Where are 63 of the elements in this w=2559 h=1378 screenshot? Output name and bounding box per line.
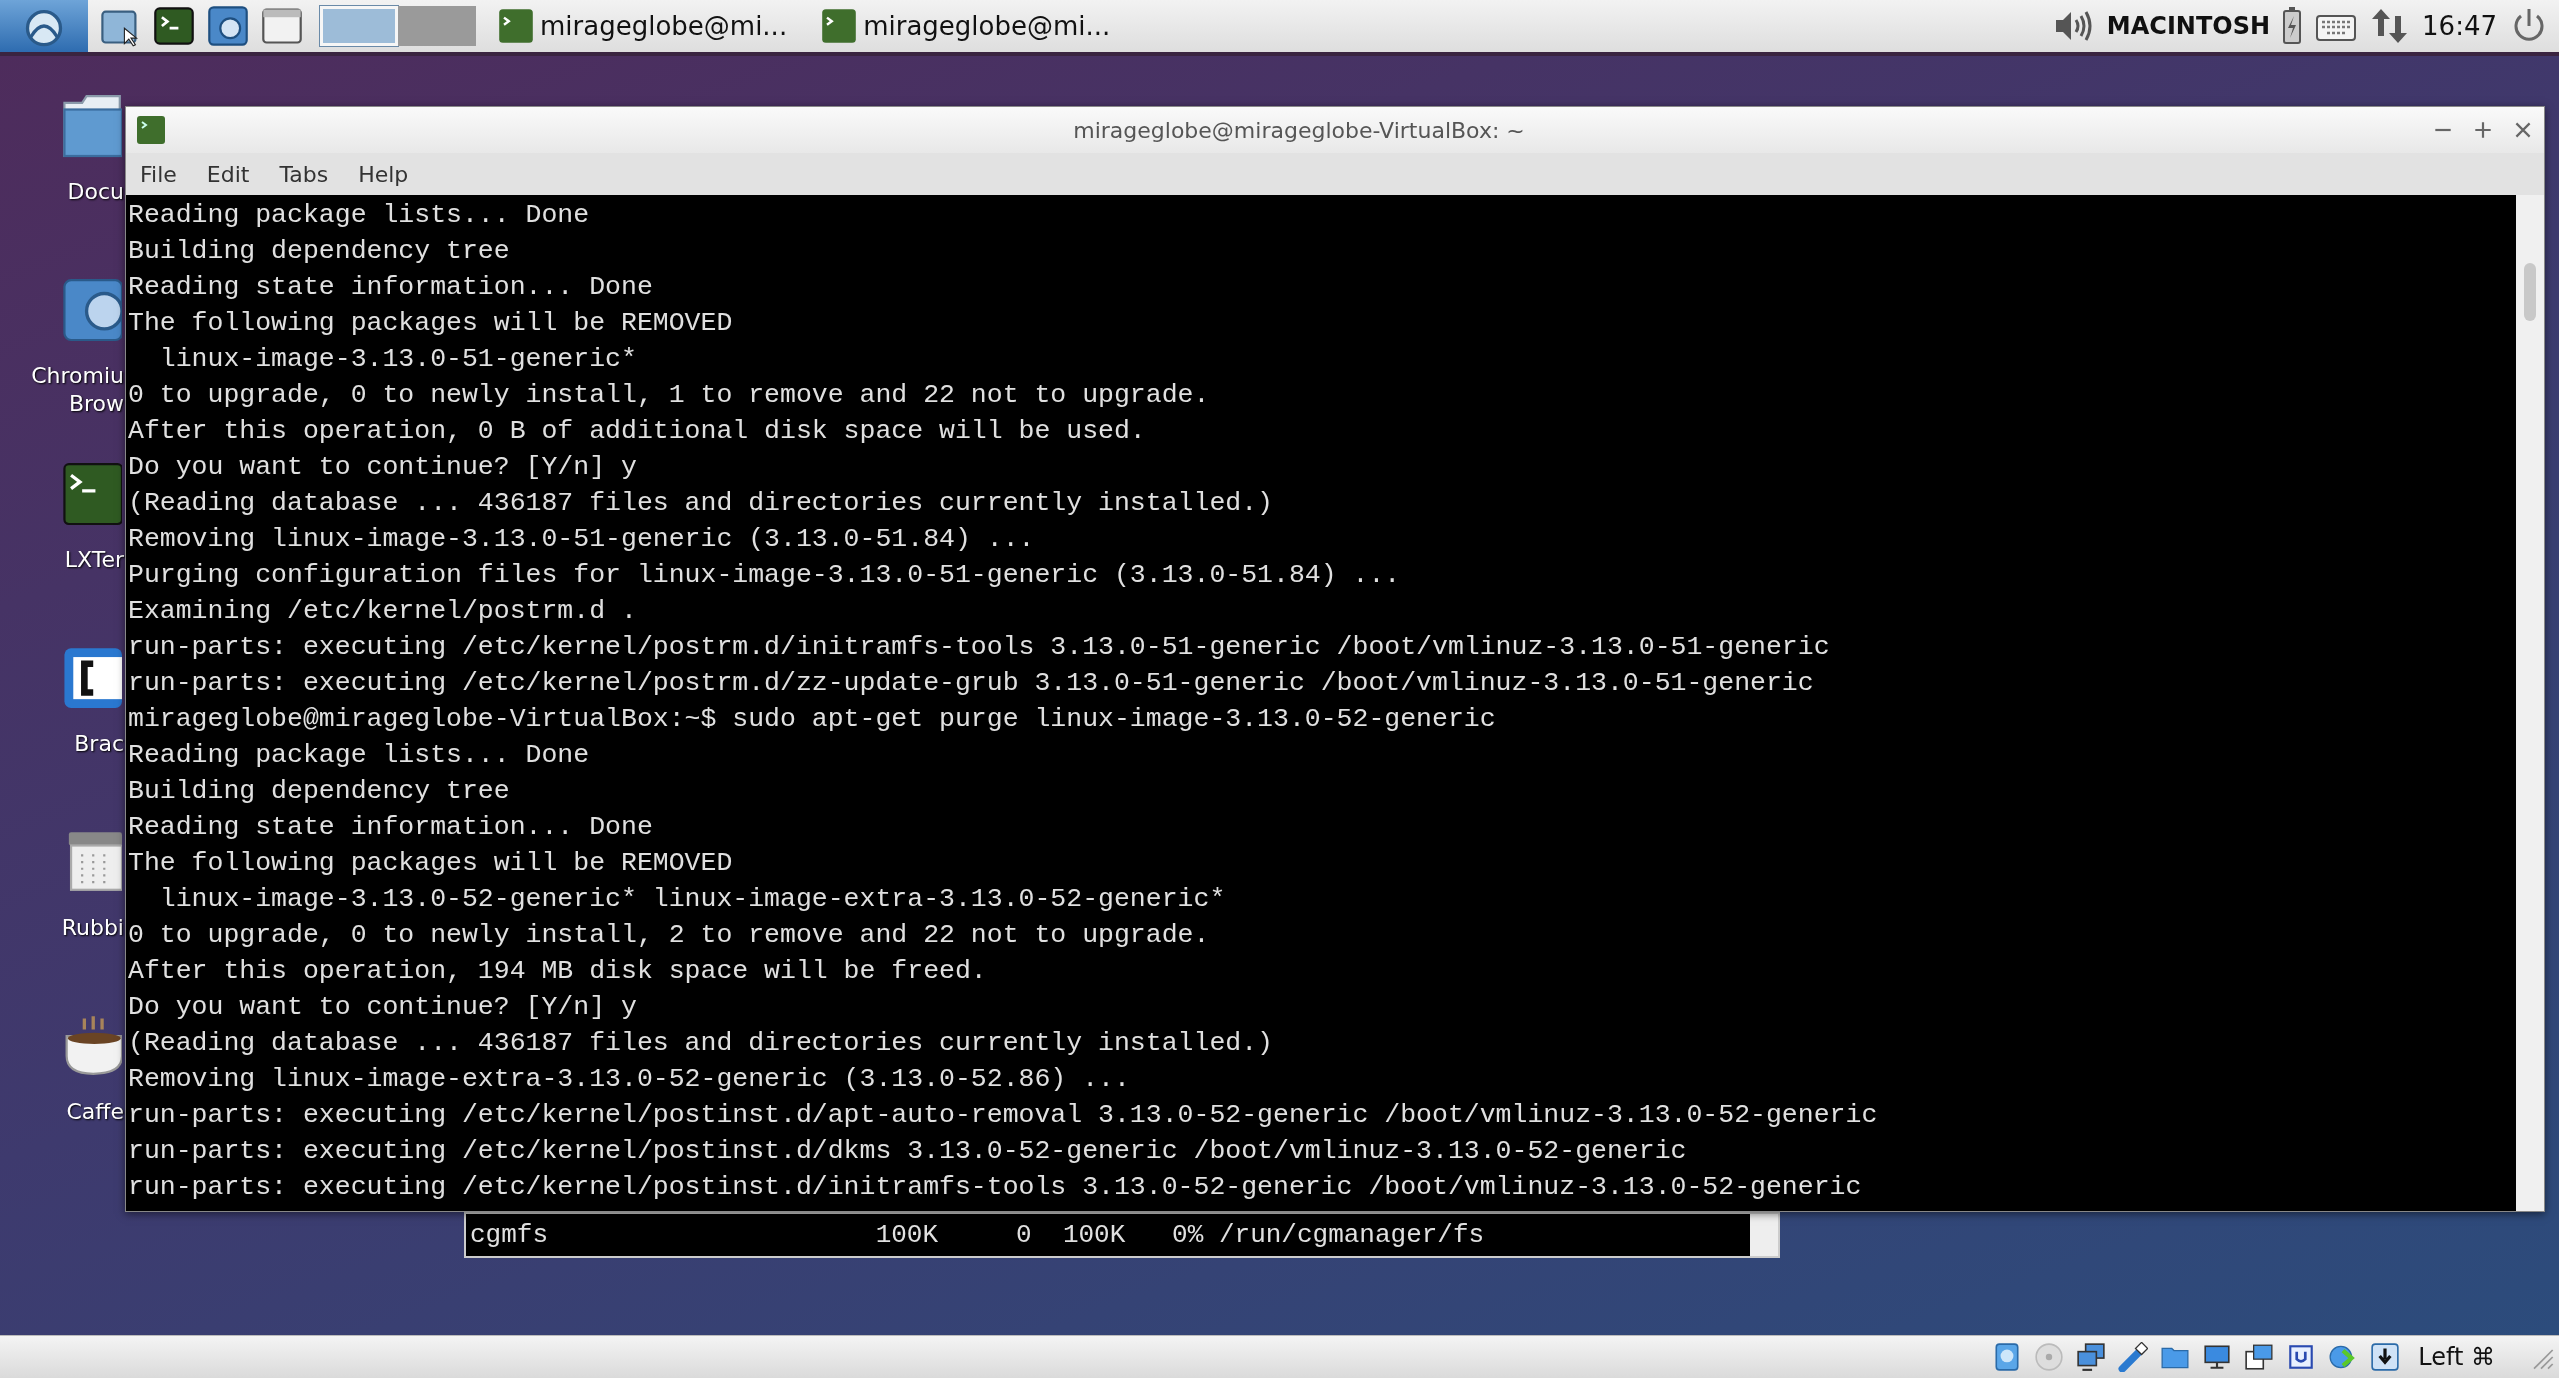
desktop-icon-label[interactable]: LXTer: [64, 546, 124, 574]
terminal-line: Reading package lists... Done: [128, 199, 591, 232]
terminal-line: Purging configuration files for linux-image-3.13.0-51-generic (3.13.0-51.84) ...: [128, 559, 1402, 592]
menu-item[interactable]: Edit: [206, 161, 250, 187]
desktop-icon-label[interactable]: Docu: [67, 178, 124, 206]
desktop-icon-label[interactable]: Brow: [68, 390, 124, 418]
network-icon[interactable]: [2076, 1342, 2107, 1372]
terminal-line: cgmfs 100K 0 100K 0% /run/cgmanager/fs: [469, 1220, 1486, 1250]
terminal-line: (Reading database ... 436187 files and directories currently installed.): [128, 487, 1274, 520]
terminal-line: Reading state information... Done: [128, 811, 654, 844]
workspace-switcher[interactable]: [398, 6, 476, 46]
clock[interactable]: 16:47: [2422, 11, 2497, 41]
desktop-icon-label[interactable]: Caffe: [66, 1098, 124, 1126]
terminal-line: The following packages will be REMOVED: [128, 847, 734, 880]
terminal-line: Removing linux-image-3.13.0-51-generic (3.13.0-51.84) ...: [128, 523, 1036, 556]
terminal-line: run-parts: executing /etc/kernel/postinst.d/apt-auto-removal 3.13.0-52-generic /boot/vmlinuz-3.13.0-52-generic: [128, 1099, 1879, 1132]
desktop-icon-label[interactable]: Chromiu: [31, 362, 124, 390]
windows-icon[interactable]: [2244, 1342, 2275, 1372]
terminal-line: Reading state information... Done: [128, 271, 654, 304]
terminal-icon: [136, 115, 166, 145]
menu-item[interactable]: Help: [358, 161, 409, 187]
terminal-line: linux-image-3.13.0-51-generic*: [158, 343, 638, 376]
terminal-line: After this operation, 194 MB disk space will be freed.: [128, 955, 988, 988]
terminal-line: run-parts: executing /etc/kernel/postinst.d/initramfs-tools 3.13.0-52-generic /boot/vmlinuz-3.13.0-52-generic: [128, 1171, 1863, 1204]
terminal-line: Do you want to continue? [Y/n] y: [128, 451, 638, 484]
terminal-line: run-parts: executing /etc/kernel/postrm.d/zz-update-grub 3.13.0-51-generic /boot/vmlinuz-3.13.0-51-generic: [128, 667, 1815, 700]
terminal-line: mirageglobe@mirageglobe-VirtualBox:~$ sudo apt-get purge linux-image-3.13.0-52-generic: [128, 703, 1497, 736]
usb-icon[interactable]: [2118, 1342, 2149, 1372]
workspace-switcher[interactable]: [320, 6, 398, 46]
host-key-label[interactable]: Left ⌘: [2418, 1343, 2495, 1371]
terminal-line: After this operation, 0 B of additional disk space will be used.: [128, 415, 1147, 448]
terminal-line: Examining /etc/kernel/postrm.d .: [128, 595, 638, 628]
terminal-line: run-parts: executing /etc/kernel/postrm.d/initramfs-tools 3.13.0-51-generic /boot/vmlinuz-3.13.0-51-generic: [128, 631, 1831, 664]
terminal-line: Building dependency tree: [128, 775, 511, 808]
terminal-line: linux-image-3.13.0-52-generic* linux-image-extra-3.13.0-52-generic*: [158, 883, 1227, 916]
terminal-line: Reading package lists... Done: [128, 739, 591, 772]
globe-icon[interactable]: [206, 4, 250, 48]
desktop-icon-label[interactable]: Rubbi: [61, 914, 124, 942]
terminal-line: Building dependency tree: [128, 235, 511, 268]
task-button[interactable]: mirageglobe@mi...: [486, 2, 800, 50]
keyboard-layout-label[interactable]: MACINTOSH: [2106, 12, 2271, 40]
window-title: mirageglobe@mirageglobe-VirtualBox: ~: [1072, 117, 1526, 143]
terminal-line: (Reading database ... 436187 files and directories currently installed.): [128, 1027, 1274, 1060]
terminal-line: 0 to upgrade, 0 to newly install, 2 to remove and 22 not to upgrade.: [128, 919, 1211, 952]
terminal-line: 0 to upgrade, 0 to newly install, 1 to remove and 22 not to upgrade.: [128, 379, 1211, 412]
terminal-line: Do you want to continue? [Y/n] y: [128, 991, 638, 1024]
desktop-icon-label[interactable]: Brac: [74, 730, 124, 758]
terminal-line: Removing linux-image-extra-3.13.0-52-generic (3.13.0-52.86) ...: [128, 1063, 1131, 1096]
scrollbar-thumb[interactable]: [2524, 263, 2536, 321]
download-icon[interactable]: [2370, 1342, 2401, 1372]
terminal-icon: [498, 8, 534, 44]
menu-item[interactable]: Tabs: [279, 161, 329, 187]
menu-item[interactable]: File: [140, 161, 177, 187]
terminal-line: The following packages will be REMOVED: [128, 307, 734, 340]
terminal-icon: [821, 8, 858, 44]
scrollbar[interactable]: [1750, 1214, 1778, 1256]
task-button[interactable]: mirageglobe@mi...: [809, 2, 1123, 50]
maximize-icon[interactable]: [2472, 119, 2494, 141]
display-icon[interactable]: [2202, 1342, 2233, 1372]
terminal-icon[interactable]: [152, 4, 196, 48]
menu-icon[interactable]: [0, 0, 88, 52]
terminal-line: run-parts: executing /etc/kernel/postinst.d/dkms 3.13.0-52-generic /boot/vmlinuz-3.13.0-52-generic: [128, 1135, 1688, 1168]
scrollbar[interactable]: [2516, 195, 2544, 1211]
